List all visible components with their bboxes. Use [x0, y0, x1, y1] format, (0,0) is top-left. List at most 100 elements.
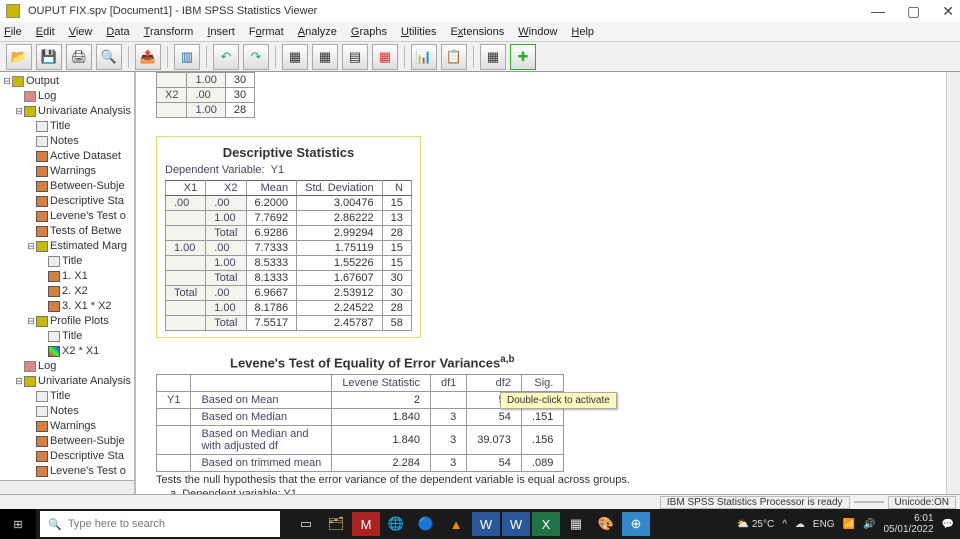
tree-output[interactable]: Output [26, 74, 59, 89]
tree-tests[interactable]: Tests of Betwe [50, 224, 122, 239]
designate-icon[interactable]: ✚ [510, 44, 536, 70]
tree-x2[interactable]: 2. X2 [62, 284, 88, 299]
wifi-icon[interactable]: 📶 [843, 519, 855, 530]
app-icon-1[interactable]: M [352, 512, 380, 536]
menu-edit[interactable]: Edit [36, 26, 55, 38]
tree-log[interactable]: Log [38, 89, 56, 104]
tray-chevron-icon[interactable]: ^ [782, 519, 787, 530]
tree-warn2[interactable]: Warnings [50, 419, 96, 434]
menu-extensions[interactable]: Extensions [450, 26, 504, 38]
tree-dataset[interactable]: Active Dataset [50, 149, 121, 164]
menu-transform[interactable]: Transform [144, 26, 194, 38]
tree-title2[interactable]: Title [62, 254, 82, 269]
tree-desc[interactable]: Descriptive Sta [50, 194, 124, 209]
weather-widget[interactable]: ⛅ 25°C [737, 519, 775, 530]
notifications-icon[interactable]: 💬 [942, 519, 954, 530]
dialog-recall-icon[interactable]: ▥ [174, 44, 200, 70]
tree-ptitle[interactable]: Title [62, 329, 82, 344]
expander-icon[interactable]: ⊟ [26, 239, 36, 254]
menu-file[interactable]: File [4, 26, 22, 38]
minimize-button[interactable]: — [871, 3, 885, 20]
expander-icon[interactable]: ⊟ [26, 314, 36, 329]
app-icon-2[interactable]: ▲ [442, 512, 470, 536]
tree-desc2[interactable]: Descriptive Sta [50, 449, 124, 464]
menu-view[interactable]: View [69, 26, 93, 38]
explorer-icon[interactable]: 🗂 [322, 512, 350, 536]
export-icon[interactable]: 📤 [135, 44, 161, 70]
menu-window[interactable]: Window [518, 26, 557, 38]
menu-format[interactable]: Format [249, 26, 284, 38]
table-icon [36, 196, 48, 207]
edge-icon[interactable]: 🔵 [412, 512, 440, 536]
task-view-icon[interactable]: ▭ [292, 512, 320, 536]
menu-utilities[interactable]: Utilities [401, 26, 436, 38]
tree-pchart[interactable]: X2 * X1 [62, 344, 99, 359]
excel-icon[interactable]: X [532, 512, 560, 536]
menu-analyze[interactable]: Analyze [298, 26, 337, 38]
tree-title[interactable]: Title [50, 119, 70, 134]
preview-icon[interactable]: 🔍 [96, 44, 122, 70]
variables-icon[interactable]: ▤ [342, 44, 368, 70]
descriptive-stats-box[interactable]: Descriptive Statistics Dependent Variabl… [156, 136, 421, 338]
tree-log2[interactable]: Log [38, 359, 56, 374]
tree-univariate2[interactable]: Univariate Analysis [38, 374, 131, 389]
tree-notes2[interactable]: Notes [50, 404, 79, 419]
word-icon-2[interactable]: W [502, 512, 530, 536]
table-icon [36, 451, 48, 462]
expander-icon[interactable]: ⊟ [2, 74, 12, 89]
levene-table[interactable]: Levene Statistic df1 df2 Sig. Y1Based on… [156, 374, 564, 472]
menu-graphs[interactable]: Graphs [351, 26, 387, 38]
table-icon [36, 211, 48, 222]
store-icon[interactable]: ▦ [562, 512, 590, 536]
maximize-button[interactable]: ▢ [907, 3, 920, 20]
descriptive-table[interactable]: X1 X2 Mean Std. Deviation N .00.006.2000… [165, 180, 412, 331]
undo-icon[interactable]: ↶ [213, 44, 239, 70]
select-cases-icon[interactable]: ▦ [372, 44, 398, 70]
content-pane[interactable]: 1.0030 X2.0030 1.0028 Descriptive Statis… [136, 72, 960, 494]
volume-icon[interactable]: 🔊 [863, 519, 875, 530]
tree-profile[interactable]: Profile Plots [50, 314, 109, 329]
expander-icon[interactable]: ⊟ [14, 374, 24, 389]
outline-hscroll[interactable] [0, 480, 134, 494]
paint-icon[interactable]: 🎨 [592, 512, 620, 536]
goto-data-icon[interactable]: ▦ [282, 44, 308, 70]
tree-levene[interactable]: Levene's Test o [50, 209, 126, 224]
clock[interactable]: 6:0105/01/2022 [883, 513, 933, 535]
expander-icon[interactable]: ⊟ [14, 104, 24, 119]
tree-title3[interactable]: Title [50, 389, 70, 404]
start-button[interactable]: ⊞ [0, 509, 36, 539]
tree-estmarg[interactable]: Estimated Marg [50, 239, 127, 254]
spss-icon[interactable]: ⊕ [622, 512, 650, 536]
language-indicator[interactable]: ENG [813, 519, 835, 530]
tree-x1[interactable]: 1. X1 [62, 269, 88, 284]
goto-case-icon[interactable]: ▦ [312, 44, 338, 70]
table-icon [48, 301, 60, 312]
target-icon[interactable]: ▦ [480, 44, 506, 70]
chart-icon[interactable]: 📊 [411, 44, 437, 70]
open-icon[interactable]: 📂 [6, 44, 32, 70]
windows-taskbar: ⊞ 🔍 Type here to search ▭ 🗂 M 🌐 🔵 ▲ W W … [0, 509, 960, 539]
tree-x1x2[interactable]: 3. X1 * X2 [62, 299, 112, 314]
tree-between2[interactable]: Between-Subje [50, 434, 125, 449]
menubar: File Edit View Data Transform Insert For… [0, 22, 960, 42]
tree-warn[interactable]: Warnings [50, 164, 96, 179]
tree-univariate[interactable]: Univariate Analysis [38, 104, 131, 119]
between-subjects-table[interactable]: 1.0030 X2.0030 1.0028 [156, 72, 255, 118]
close-button[interactable]: ✕ [942, 3, 954, 20]
menu-insert[interactable]: Insert [207, 26, 235, 38]
clipboard-icon[interactable]: 📋 [441, 44, 467, 70]
menu-data[interactable]: Data [106, 26, 129, 38]
redo-icon[interactable]: ↷ [243, 44, 269, 70]
print-icon[interactable]: 🖨 [66, 44, 92, 70]
folder-icon [36, 241, 48, 252]
word-icon[interactable]: W [472, 512, 500, 536]
taskbar-search[interactable]: 🔍 Type here to search [40, 511, 280, 537]
tree-between[interactable]: Between-Subje [50, 179, 125, 194]
save-icon[interactable]: 💾 [36, 44, 62, 70]
onedrive-icon[interactable]: ☁ [795, 519, 805, 530]
outline-pane[interactable]: ⊟Output Log ⊟Univariate Analysis Title N… [0, 72, 136, 494]
chrome-icon[interactable]: 🌐 [382, 512, 410, 536]
tree-levene2[interactable]: Levene's Test o [50, 464, 126, 479]
tree-notes[interactable]: Notes [50, 134, 79, 149]
menu-help[interactable]: Help [571, 26, 594, 38]
